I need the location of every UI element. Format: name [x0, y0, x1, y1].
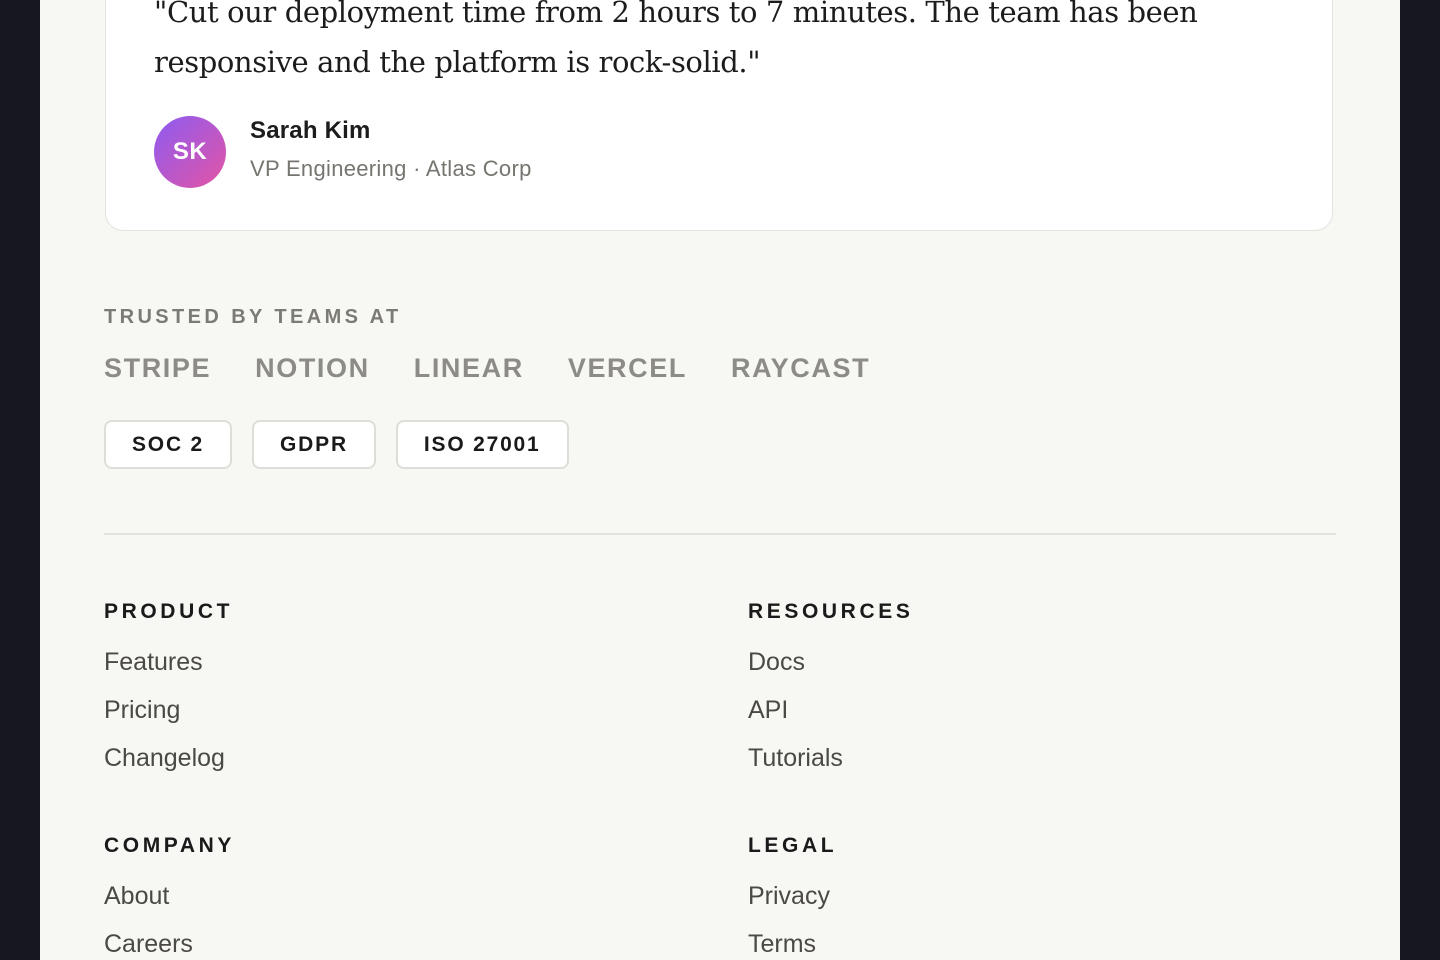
customer-logos: STRIPE NOTION LINEAR VERCEL RAYCAST [104, 353, 870, 384]
footer-divider [104, 533, 1336, 535]
footer-link-features[interactable]: Features [104, 638, 225, 686]
footer-link-careers[interactable]: Careers [104, 920, 193, 960]
footer-links-company: About Careers [104, 872, 193, 960]
logo-notion: NOTION [255, 353, 370, 383]
badge-iso27001: ISO 27001 [395, 420, 569, 469]
avatar: SK [154, 116, 226, 188]
footer-link-pricing[interactable]: Pricing [104, 686, 225, 734]
footer-heading-resources: RESOURCES [748, 600, 914, 623]
author-name: Sarah Kim [250, 117, 371, 144]
trusted-by-heading: TRUSTED BY TEAMS AT [104, 306, 402, 328]
footer-link-changelog[interactable]: Changelog [104, 734, 225, 782]
footer-links-resources: Docs API Tutorials [748, 638, 843, 782]
footer-links-legal: Privacy Terms [748, 872, 830, 960]
testimonial-card: "Cut our deployment time from 2 hours to… [105, 0, 1333, 231]
logo-linear: LINEAR [413, 353, 524, 383]
footer-heading-legal: LEGAL [748, 834, 838, 857]
footer-link-about[interactable]: About [104, 872, 193, 920]
testimonial-quote: "Cut our deployment time from 2 hours to… [154, 0, 1198, 79]
logo-raycast: RAYCAST [730, 353, 871, 383]
logo-stripe: STRIPE [104, 353, 212, 383]
footer-links-product: Features Pricing Changelog [104, 638, 225, 782]
footer-heading-company: COMPANY [104, 834, 235, 857]
page-content: "Cut our deployment time from 2 hours to… [40, 0, 1400, 960]
footer-link-api[interactable]: API [748, 686, 843, 734]
avatar-initials: SK [172, 138, 208, 165]
footer-link-tutorials[interactable]: Tutorials [748, 734, 843, 782]
author-role: VP Engineering · Atlas Corp [250, 156, 532, 181]
compliance-badges: SOC 2 GDPR ISO 27001 [104, 420, 569, 469]
footer-heading-product: PRODUCT [104, 600, 234, 623]
logo-vercel: VERCEL [567, 353, 687, 383]
footer-link-privacy[interactable]: Privacy [748, 872, 830, 920]
badge-soc2: SOC 2 [104, 420, 233, 469]
badge-gdpr: GDPR [252, 420, 376, 469]
footer-link-docs[interactable]: Docs [748, 638, 843, 686]
footer-link-terms[interactable]: Terms [748, 920, 830, 960]
